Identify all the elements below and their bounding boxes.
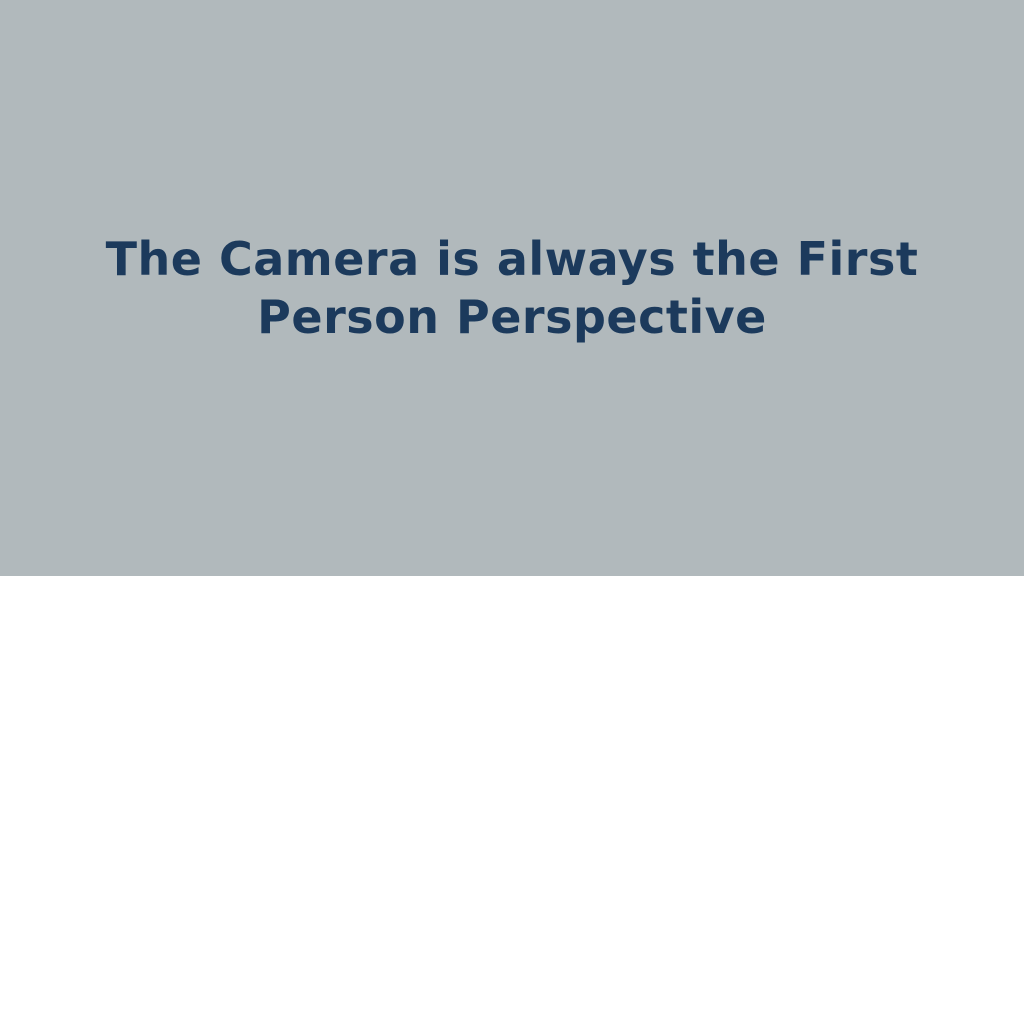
slide-title: The Camera is always the First Person Pe… (0, 230, 1024, 346)
slide-title-line-1: The Camera is always the First (105, 232, 919, 286)
slide-panel: The Camera is always the First Person Pe… (0, 0, 1024, 576)
slide-title-line-2: Person Perspective (257, 290, 767, 344)
page: The Camera is always the First Person Pe… (0, 0, 1024, 1024)
